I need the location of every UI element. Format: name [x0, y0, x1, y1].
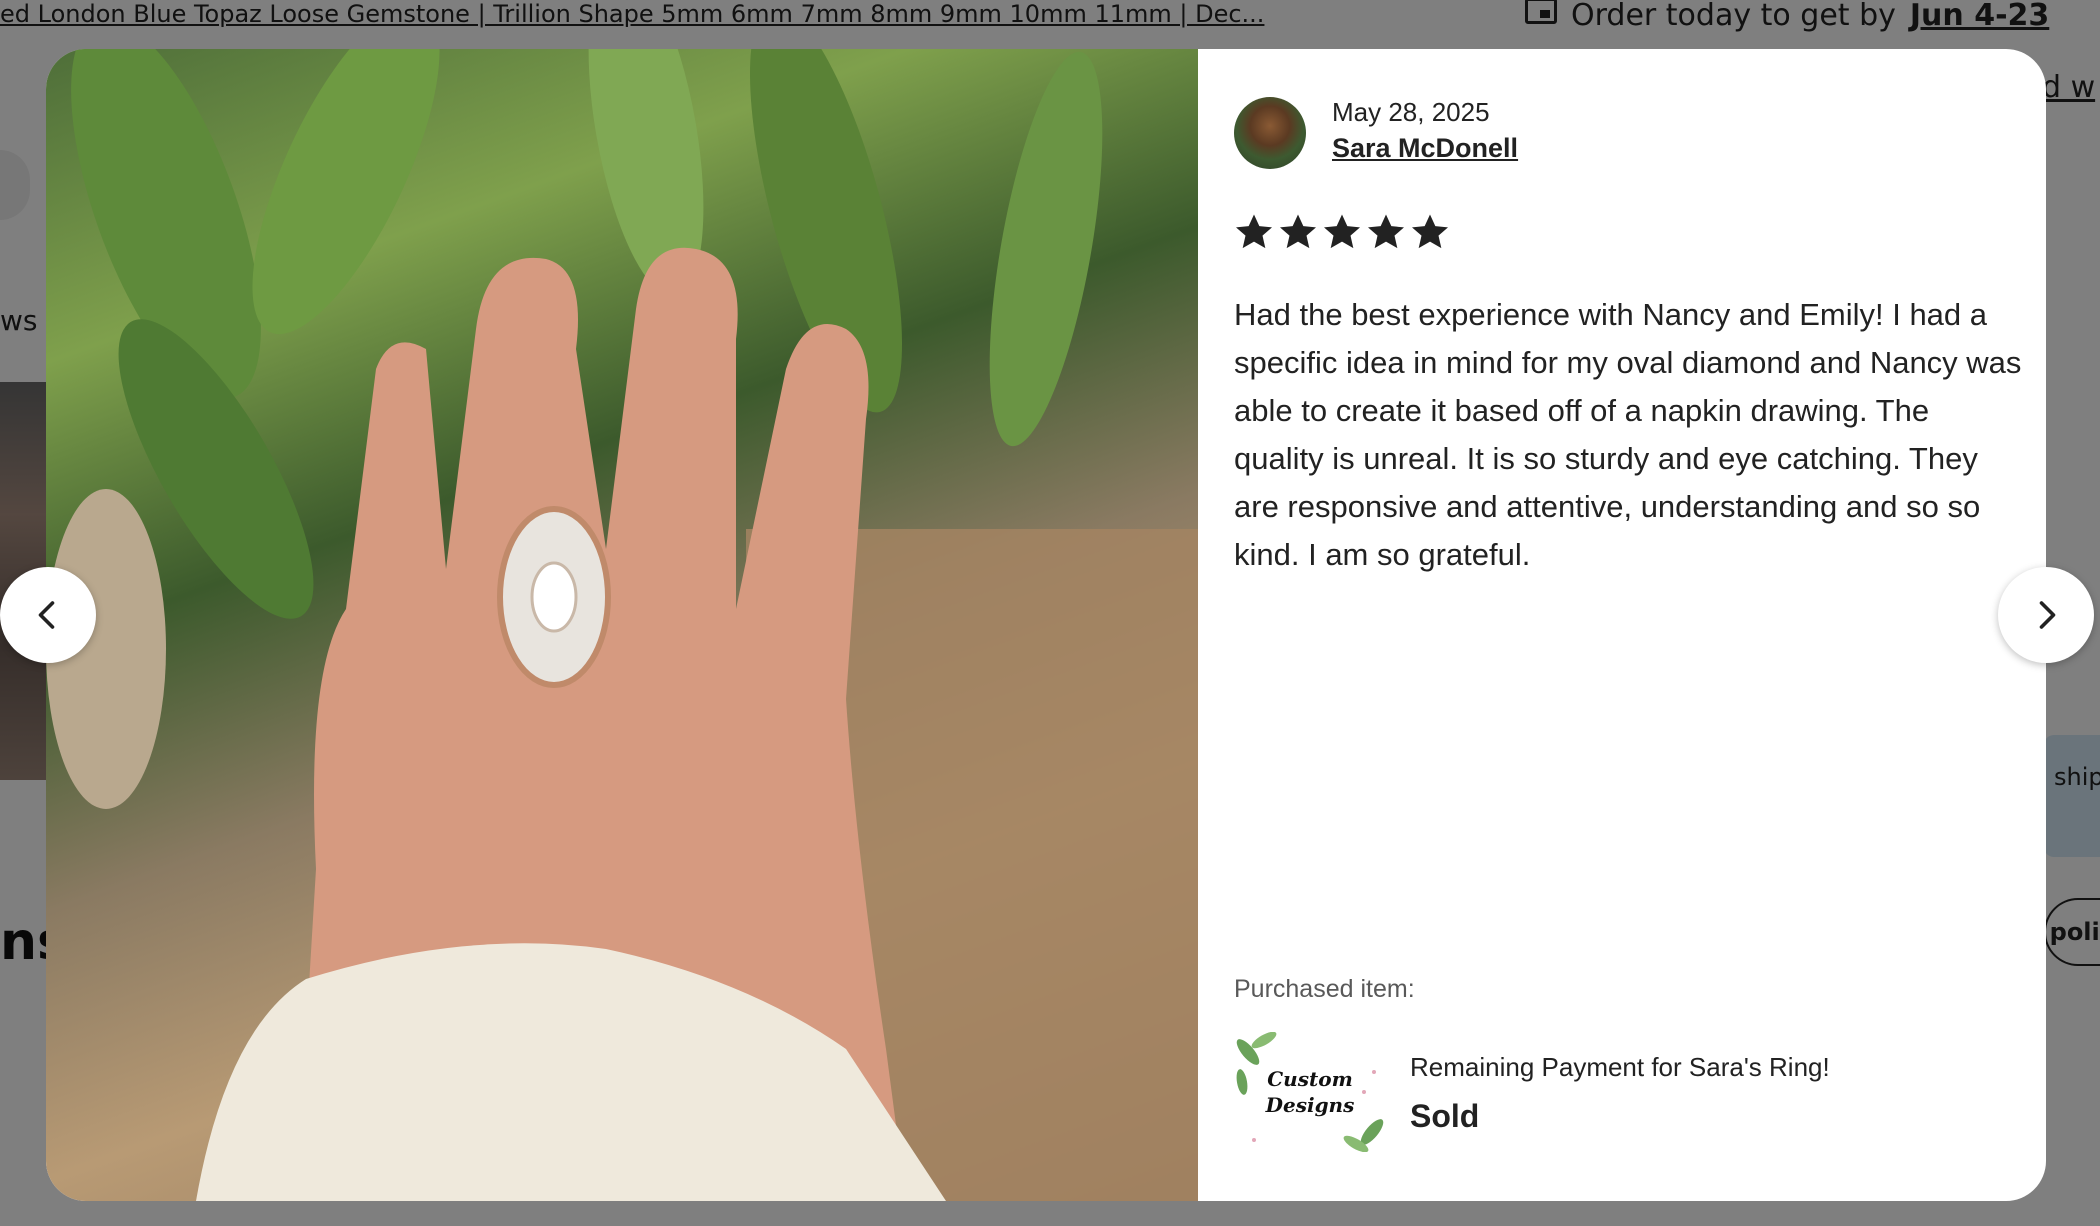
- previous-review-button[interactable]: [0, 567, 96, 663]
- next-review-button[interactable]: [1998, 567, 2094, 663]
- purchased-item-label: Purchased item:: [1234, 975, 1415, 1003]
- purchased-item-name-link[interactable]: Remaining Payment for Sara's Ring!: [1410, 1052, 1830, 1083]
- review-text: Had the best experience with Nancy and E…: [1234, 297, 2022, 572]
- review-date: May 28, 2025: [1332, 97, 1490, 127]
- review-photo-modal: May 28, 2025 Sara McDonell Had the best …: [46, 49, 2046, 1201]
- star-icon: [1324, 214, 1360, 249]
- reviewer-name-link[interactable]: Sara McDonell: [1332, 133, 1518, 164]
- chevron-right-icon: [2039, 601, 2056, 629]
- thumbnail-text: Custom Designs: [1265, 1067, 1355, 1117]
- star-icon: [1280, 214, 1316, 249]
- purchased-item-status: Sold: [1410, 1098, 1480, 1134]
- review-photo: [46, 49, 1198, 1201]
- star-rating: [1234, 212, 1450, 252]
- star-icon: [1236, 214, 1272, 249]
- star-icon: [1368, 214, 1404, 249]
- review-photo-image: [46, 49, 1198, 1201]
- star-icon: [1412, 214, 1448, 249]
- reviewer-avatar[interactable]: [1234, 97, 1306, 169]
- review-details-panel: May 28, 2025 Sara McDonell Had the best …: [1198, 49, 2046, 1201]
- purchased-item-thumbnail[interactable]: Custom Designs: [1234, 1032, 1386, 1152]
- chevron-left-icon: [38, 601, 55, 629]
